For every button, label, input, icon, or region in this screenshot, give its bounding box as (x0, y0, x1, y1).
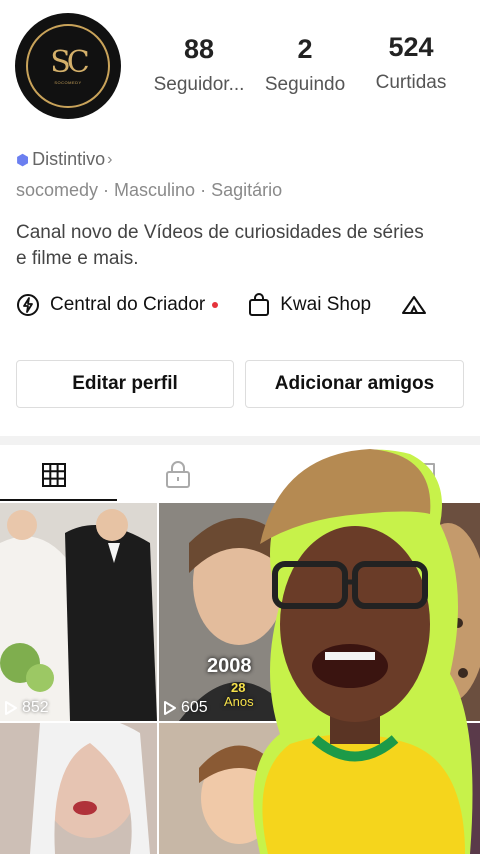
kwai-shop-label: Kwai Shop (280, 294, 372, 315)
play-icon (5, 701, 17, 715)
lock-icon (166, 461, 190, 488)
avatar-logo: SC SOCOMEDY (26, 24, 110, 108)
badge-link[interactable]: ⬢ Distintivo › (16, 149, 112, 170)
active-tab-indicator (0, 499, 117, 501)
shopping-bag-icon (249, 293, 270, 316)
creator-center-link[interactable]: Central do Criador (16, 293, 219, 317)
badge-label: Distintivo (32, 149, 106, 169)
badge-hex-icon: ⬢ (16, 151, 30, 169)
profile-links-row: Central do Criador Kwai Shop (16, 293, 467, 317)
chevron-right-icon: › (107, 150, 113, 168)
profile-meta: socomedy · Masculino · Sagitário (16, 180, 283, 200)
profile-bio: Canal novo de Vídeos de curiosidades de … (16, 222, 424, 269)
likes-stat[interactable]: 524 Curtidas (356, 32, 466, 94)
video-thumbnail[interactable]: 852 (0, 503, 157, 721)
edit-profile-button[interactable]: Editar perfil (16, 360, 234, 408)
creator-center-label: Central do Criador (50, 294, 206, 315)
view-count-value: 852 (22, 699, 49, 716)
followers-count: 88 (183, 34, 215, 64)
play-icon (164, 701, 176, 715)
avatar-monogram: SC (50, 44, 89, 80)
view-count: 852 (4, 699, 49, 717)
tab-private[interactable] (158, 458, 198, 492)
profile-avatar[interactable]: SC SOCOMEDY (15, 13, 121, 119)
following-label: Seguindo (264, 74, 346, 95)
tab-videos[interactable] (34, 458, 74, 492)
view-count-value: 605 (181, 699, 208, 716)
likes-label: Curtidas (375, 72, 447, 93)
avatar-caption: SOCOMEDY (54, 79, 82, 85)
more-link[interactable] (401, 293, 437, 317)
grid-icon (42, 463, 66, 487)
veil-portrait-scene (0, 723, 157, 854)
followers-stat[interactable]: 88 Seguidor... (144, 34, 254, 96)
likes-count: 524 (388, 32, 434, 62)
video-thumbnail[interactable] (0, 723, 157, 854)
followers-label: Seguidor... (153, 74, 245, 95)
add-friends-button[interactable]: Adicionar amigos (245, 360, 464, 408)
following-stat[interactable]: 2 Seguindo (250, 34, 360, 96)
notification-dot (212, 302, 219, 308)
lightning-icon (17, 294, 39, 316)
overlay-person-sticker (253, 449, 473, 854)
wedding-scene (0, 503, 157, 721)
view-count: 605 (163, 699, 208, 717)
tent-icon (402, 296, 427, 314)
kwai-shop-link[interactable]: Kwai Shop (248, 293, 371, 317)
following-count: 2 (297, 34, 313, 64)
